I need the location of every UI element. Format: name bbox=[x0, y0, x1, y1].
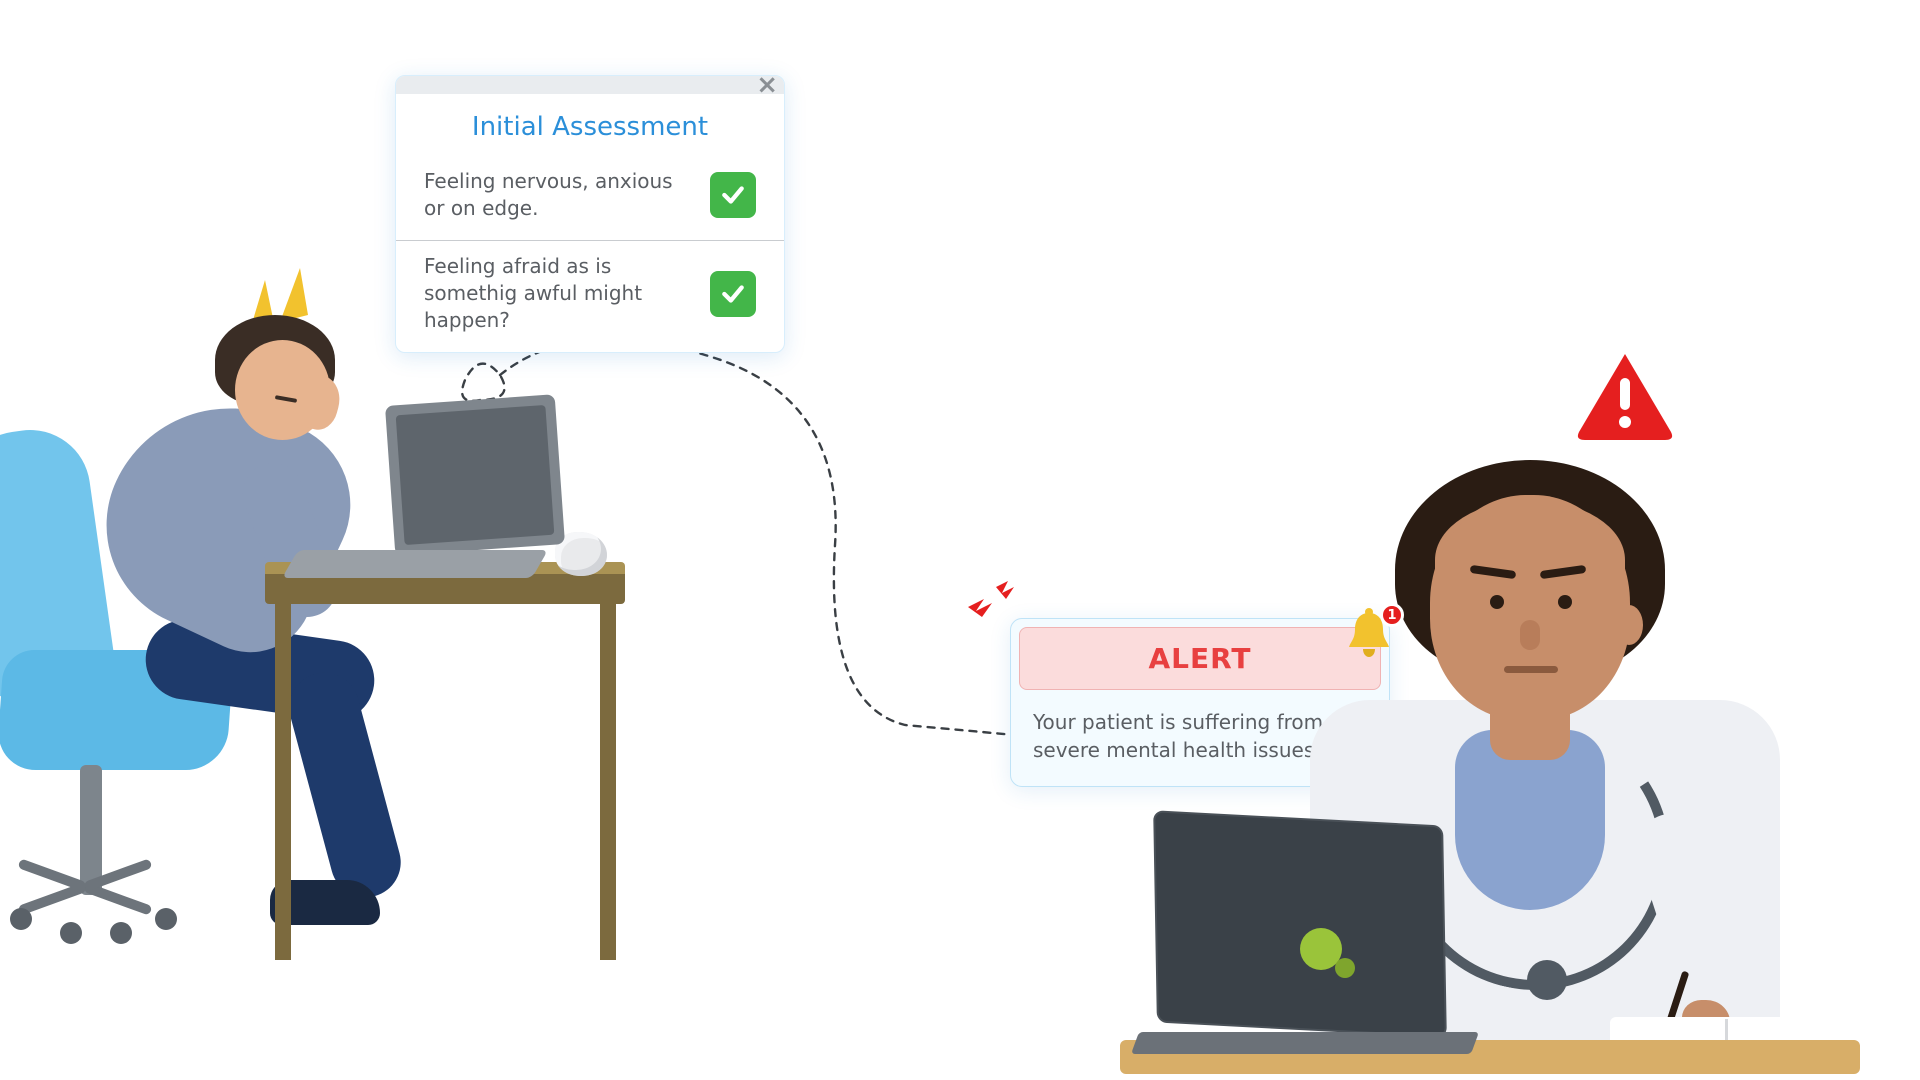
card-titlebar: × bbox=[396, 76, 784, 94]
bell-icon[interactable]: 1 bbox=[1342, 607, 1402, 667]
doctor-illustration bbox=[1060, 440, 1860, 1080]
checkbox-checked-icon[interactable] bbox=[710, 271, 756, 317]
assessment-title: Initial Assessment bbox=[396, 112, 784, 142]
patient-illustration bbox=[0, 260, 640, 960]
assessment-item-text: Feeling nervous, anxious or on edge. bbox=[424, 168, 684, 222]
laptop-icon bbox=[390, 400, 560, 550]
checkbox-checked-icon[interactable] bbox=[710, 172, 756, 218]
close-icon[interactable]: × bbox=[756, 75, 778, 98]
assessment-item: Feeling nervous, anxious or on edge. bbox=[396, 156, 784, 240]
laptop-icon bbox=[1155, 818, 1445, 1030]
warning-triangle-icon bbox=[1575, 350, 1675, 444]
notification-badge: 1 bbox=[1380, 603, 1404, 627]
